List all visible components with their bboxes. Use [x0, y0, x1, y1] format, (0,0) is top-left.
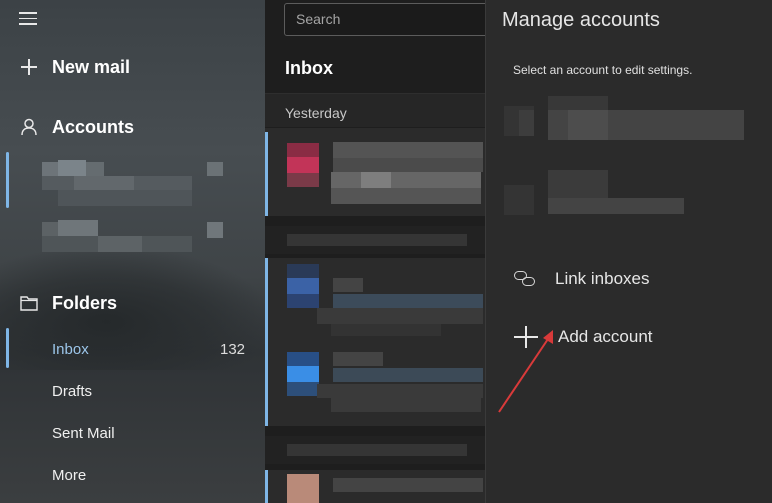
- panel-title: Manage accounts: [502, 9, 660, 31]
- message-item-3[interactable]: [265, 258, 485, 342]
- link-inboxes-label: Link inboxes: [555, 269, 650, 288]
- day-header-label: Yesterday: [285, 105, 347, 121]
- list-title: Inbox: [285, 58, 333, 78]
- message-item-2[interactable]: [265, 226, 485, 254]
- new-mail-button[interactable]: New mail: [18, 56, 130, 78]
- message-selected-indicator: [265, 470, 268, 503]
- folders-label: Folders: [52, 292, 118, 313]
- folder-item-more[interactable]: More: [52, 467, 86, 484]
- search-placeholder: Search: [296, 11, 341, 27]
- search-input[interactable]: Search: [284, 3, 494, 36]
- day-header: Yesterday: [265, 93, 485, 127]
- message-selected-indicator: [265, 132, 268, 216]
- link-inboxes-button[interactable]: Link inboxes: [513, 268, 650, 290]
- inbox-unread-count: 132: [220, 341, 246, 358]
- message-item-4[interactable]: [265, 342, 485, 426]
- folder-item-drafts[interactable]: Drafts: [52, 383, 92, 400]
- panel-subtitle: Select an account to edit settings.: [513, 63, 693, 77]
- message-item-6[interactable]: [265, 470, 485, 503]
- selected-account-indicator: [6, 152, 9, 208]
- add-icon: [513, 324, 539, 350]
- link-icon: [513, 268, 539, 290]
- new-mail-label: New mail: [52, 56, 131, 77]
- accounts-header[interactable]: Accounts: [18, 116, 134, 138]
- folder-icon: [20, 296, 38, 311]
- message-list: Search Inbox Yesterday: [265, 0, 494, 503]
- folder-item-sent-mail[interactable]: Sent Mail: [52, 425, 115, 442]
- hamburger-icon[interactable]: [19, 12, 37, 26]
- selected-folder-indicator: [6, 328, 9, 368]
- person-icon: [21, 118, 37, 136]
- folder-item-inbox[interactable]: Inbox: [52, 341, 89, 358]
- message-selected-indicator: [265, 342, 268, 426]
- add-account-label: Add account: [558, 327, 653, 346]
- message-item-5[interactable]: [265, 436, 485, 464]
- navigation-pane: New mail Accounts Folders Inbox 132 Draf…: [0, 0, 265, 503]
- folders-header[interactable]: Folders: [18, 292, 117, 314]
- message-item-1[interactable]: [265, 128, 485, 216]
- add-account-button[interactable]: Add account: [513, 324, 653, 350]
- accounts-label: Accounts: [52, 116, 135, 137]
- plus-icon: [21, 59, 37, 75]
- manage-accounts-panel: Manage accounts Select an account to edi…: [485, 0, 772, 503]
- message-selected-indicator: [265, 258, 268, 342]
